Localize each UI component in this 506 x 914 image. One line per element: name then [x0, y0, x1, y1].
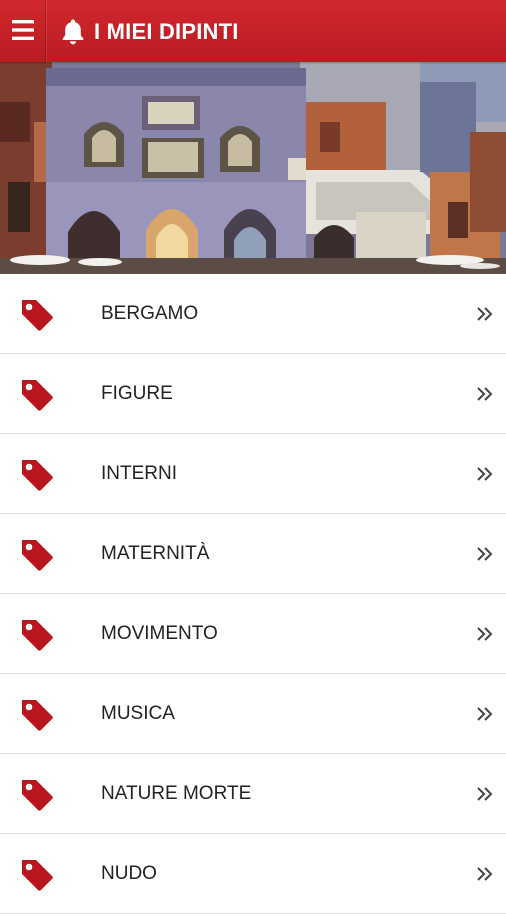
list-item-label: NUDO [101, 863, 157, 884]
double-chevron-right-icon [477, 627, 493, 641]
list-item-interni[interactable]: INTERNI [0, 434, 506, 514]
list-item-nudo[interactable]: NUDO [0, 834, 506, 914]
list-item-figure[interactable]: FIGURE [0, 354, 506, 434]
list-item-nature-morte[interactable]: NATURE MORTE [0, 754, 506, 834]
tag-icon [22, 780, 53, 811]
list-item-label: FIGURE [101, 383, 173, 404]
tag-icon [22, 460, 53, 491]
menu-button[interactable] [0, 0, 46, 62]
list-item-label: MUSICA [101, 703, 175, 724]
list-item-bergamo[interactable]: BERGAMO [0, 274, 506, 354]
double-chevron-right-icon [477, 787, 493, 801]
double-chevron-right-icon [477, 387, 493, 401]
painting-banner [0, 62, 506, 274]
tag-icon [22, 860, 53, 891]
tag-icon [22, 300, 53, 331]
app-title: I MIEI DIPINTI [94, 19, 239, 44]
double-chevron-right-icon [477, 307, 493, 321]
tag-icon [22, 380, 53, 411]
app-bar: I MIEI DIPINTI [0, 0, 506, 62]
tag-icon [22, 700, 53, 731]
hamburger-icon [12, 20, 34, 40]
tag-icon [22, 620, 53, 651]
double-chevron-right-icon [477, 547, 493, 561]
tag-icon [22, 540, 53, 571]
double-chevron-right-icon [477, 867, 493, 881]
list-item-label: NATURE MORTE [101, 783, 252, 804]
category-list: BERGAMO FIGURE INTERNI MATERNITÀ MOVIMEN… [0, 274, 506, 914]
list-item-label: MOVIMENTO [101, 623, 218, 644]
list-item-musica[interactable]: MUSICA [0, 674, 506, 754]
list-item-maternità[interactable]: MATERNITÀ [0, 514, 506, 594]
list-item-label: INTERNI [101, 463, 177, 484]
list-item-label: BERGAMO [101, 303, 199, 324]
list-item-movimento[interactable]: MOVIMENTO [0, 594, 506, 674]
list-item-label: MATERNITÀ [101, 543, 210, 564]
double-chevron-right-icon [477, 467, 493, 481]
double-chevron-right-icon [477, 707, 493, 721]
bell-icon[interactable] [60, 18, 86, 45]
